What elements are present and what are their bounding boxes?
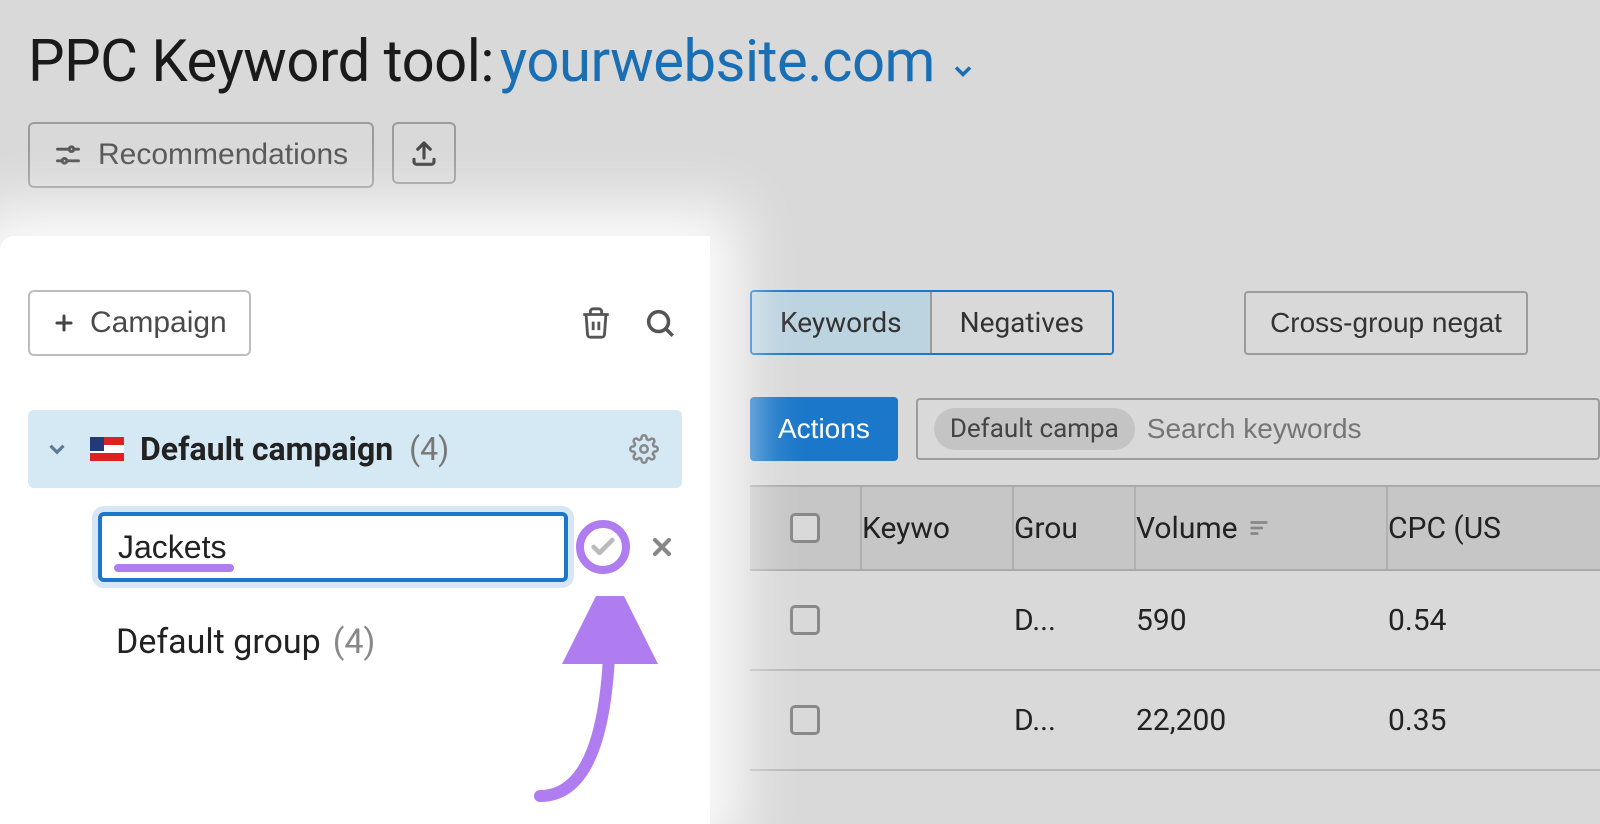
col-volume[interactable]: Volume	[1136, 511, 1386, 546]
header-toolbar: Recommendations	[28, 122, 1572, 188]
col-group[interactable]: Grou	[1014, 511, 1134, 546]
gear-icon	[629, 434, 659, 464]
delete-button[interactable]	[574, 301, 618, 345]
annotation-underline	[114, 564, 234, 572]
actions-button[interactable]: Actions	[750, 397, 898, 461]
keyword-tabs: Keywords Negatives	[750, 290, 1114, 355]
filter-chip[interactable]: Default campa	[934, 408, 1135, 450]
tab-keywords[interactable]: Keywords	[752, 292, 930, 353]
select-all-checkbox[interactable]	[790, 513, 820, 543]
cell-cpc: 0.54	[1388, 603, 1588, 638]
trash-icon	[579, 306, 613, 340]
check-icon	[589, 533, 617, 561]
table-row[interactable]: D... 22,200 0.35	[750, 671, 1600, 771]
add-campaign-button[interactable]: Campaign	[28, 290, 251, 356]
cell-cpc: 0.35	[1388, 703, 1588, 738]
page-title: PPC Keyword tool:	[28, 28, 494, 96]
keyword-panel: Keywords Negatives Cross-group negat Act…	[710, 236, 1600, 824]
actions-row: Actions Default campa	[750, 397, 1600, 461]
keyword-table: Keywo Grou Volume CPC (US D... 590	[750, 485, 1600, 771]
col-cpc[interactable]: CPC (US	[1388, 511, 1588, 546]
new-group-row	[28, 498, 682, 596]
col-keyword[interactable]: Keywo	[862, 511, 1012, 546]
domain-dropdown[interactable]: yourwebsite.com	[500, 28, 977, 96]
cell-volume: 590	[1136, 603, 1386, 638]
campaign-settings-button[interactable]	[626, 431, 662, 467]
sort-desc-icon	[1248, 517, 1270, 539]
page-title-row: PPC Keyword tool: yourwebsite.com	[28, 28, 1572, 96]
export-icon	[409, 138, 439, 168]
search-button[interactable]	[638, 301, 682, 345]
add-campaign-label: Campaign	[90, 306, 227, 340]
tabs-row: Keywords Negatives Cross-group negat	[750, 290, 1600, 355]
tune-icon	[54, 141, 82, 169]
domain-label: yourwebsite.com	[500, 28, 935, 96]
campaign-sidebar: Campaign Default campaign (4)	[0, 236, 710, 824]
group-name: Default group	[116, 622, 321, 662]
page-header: PPC Keyword tool: yourwebsite.com Recomm…	[0, 0, 1600, 188]
recommendations-button[interactable]: Recommendations	[28, 122, 374, 188]
row-checkbox[interactable]	[790, 705, 820, 735]
chevron-down-icon	[40, 436, 74, 462]
sidebar-toolbar: Campaign	[28, 290, 682, 356]
recommendations-label: Recommendations	[98, 138, 348, 172]
close-icon	[648, 533, 676, 561]
cell-volume: 22,200	[1136, 703, 1386, 738]
tab-negatives[interactable]: Negatives	[930, 292, 1112, 353]
campaign-name: Default campaign	[140, 430, 393, 468]
cell-group: D...	[1014, 703, 1134, 738]
cancel-group-button[interactable]	[642, 527, 682, 567]
row-checkbox[interactable]	[790, 605, 820, 635]
table-header: Keywo Grou Volume CPC (US	[750, 485, 1600, 571]
group-row[interactable]: Default group (4)	[28, 596, 682, 688]
campaign-row[interactable]: Default campaign (4)	[28, 410, 682, 488]
cross-group-negatives-button[interactable]: Cross-group negat	[1244, 291, 1528, 355]
export-button[interactable]	[392, 122, 456, 184]
confirm-group-button[interactable]	[576, 520, 630, 574]
cell-group: D...	[1014, 603, 1134, 638]
search-icon	[643, 306, 677, 340]
table-row[interactable]: D... 590 0.54	[750, 571, 1600, 671]
keyword-search-wrap: Default campa	[916, 398, 1600, 460]
campaign-count: (4)	[409, 430, 449, 468]
chevron-down-icon	[949, 57, 977, 85]
main-area: Campaign Default campaign (4)	[0, 236, 1600, 824]
group-count: (4)	[333, 622, 376, 662]
plus-icon	[52, 311, 76, 335]
keyword-search-input[interactable]	[1147, 413, 1582, 445]
us-flag-icon	[90, 437, 124, 461]
